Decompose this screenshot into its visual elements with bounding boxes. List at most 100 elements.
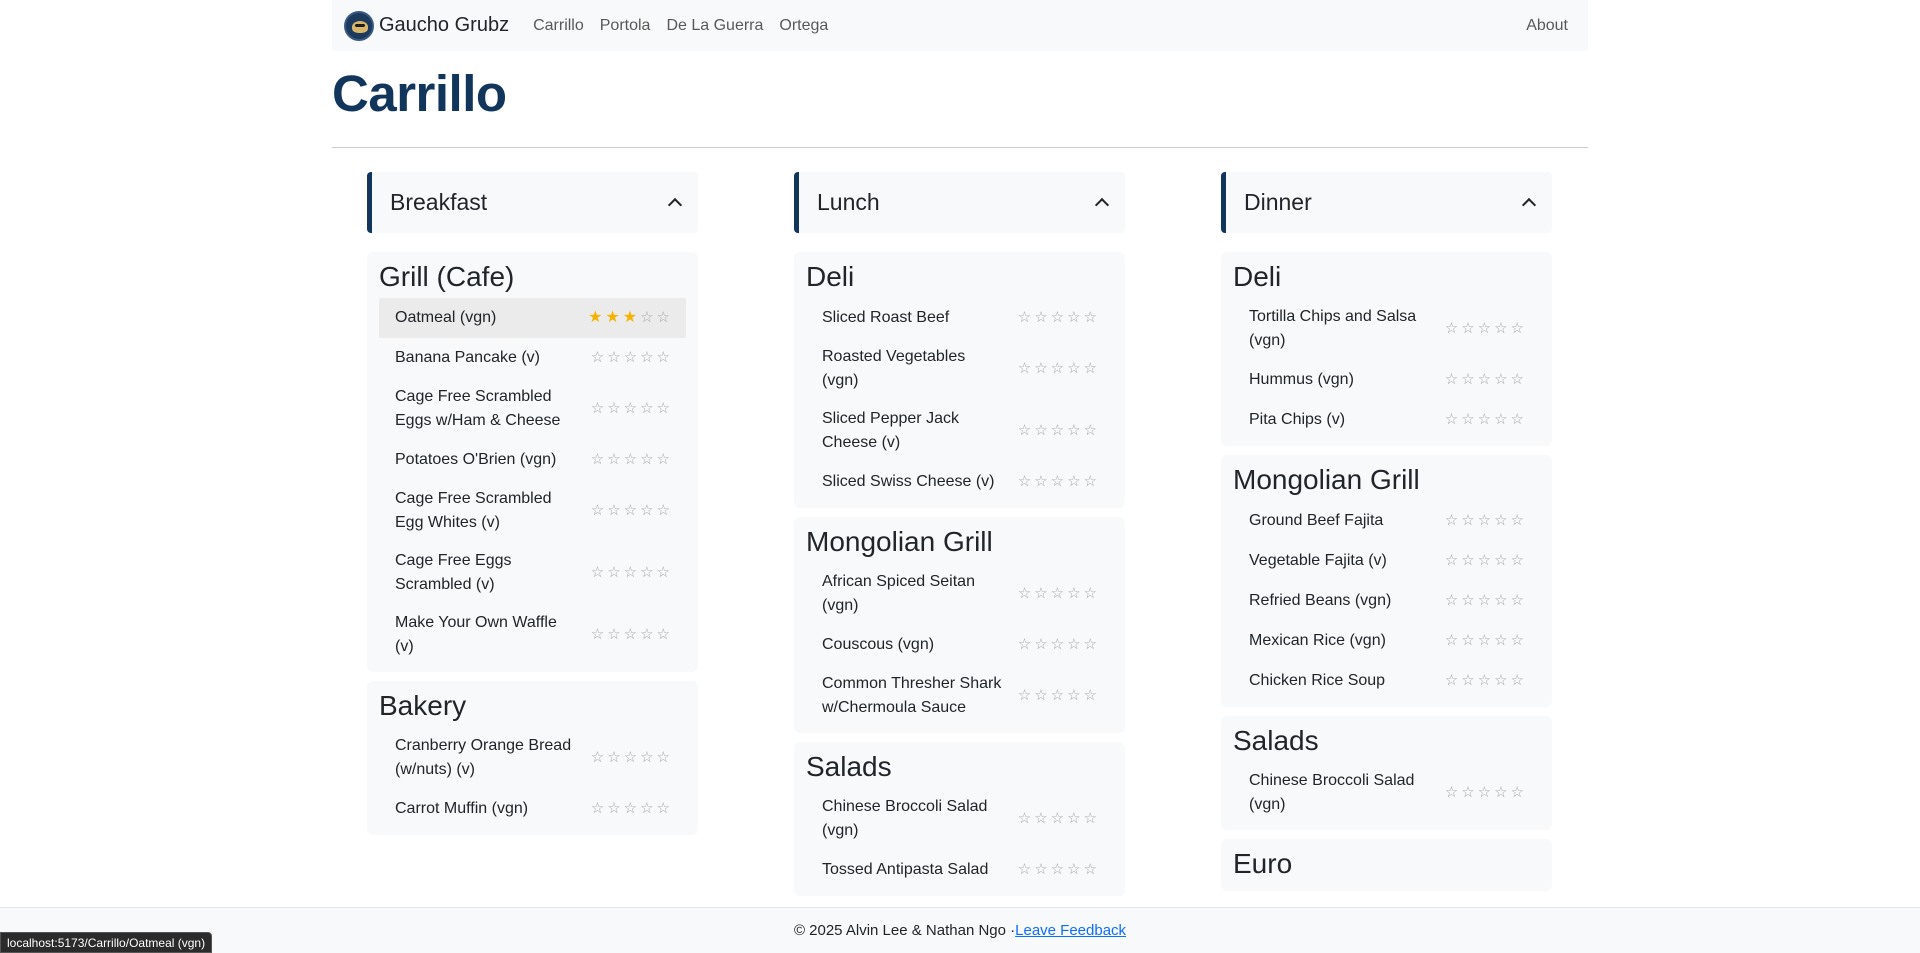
- menu-item[interactable]: Banana Pancake (v) ☆ ☆ ☆ ☆ ☆: [379, 338, 686, 378]
- star-empty-icon[interactable]: ☆: [1067, 585, 1080, 603]
- menu-item[interactable]: Couscous (vgn) ☆ ☆ ☆ ☆ ☆: [806, 625, 1113, 665]
- menu-item[interactable]: African Spiced Seitan (vgn) ☆ ☆ ☆ ☆ ☆: [806, 563, 1113, 625]
- brand-link[interactable]: Gaucho Grubz: [344, 10, 509, 41]
- star-empty-icon[interactable]: ☆: [1478, 371, 1491, 389]
- star-empty-icon[interactable]: ☆: [591, 749, 604, 767]
- star-empty-icon[interactable]: ☆: [1084, 309, 1097, 327]
- star-empty-icon[interactable]: ☆: [1494, 672, 1507, 690]
- leave-feedback-link[interactable]: Leave Feedback: [1015, 922, 1126, 939]
- star-empty-icon[interactable]: ☆: [1461, 672, 1474, 690]
- star-empty-icon[interactable]: ☆: [1445, 320, 1458, 338]
- star-empty-icon[interactable]: ☆: [1511, 552, 1524, 570]
- star-empty-icon[interactable]: ☆: [591, 451, 604, 469]
- star-empty-icon[interactable]: ☆: [1494, 784, 1507, 802]
- star-empty-icon[interactable]: ☆: [607, 564, 620, 582]
- meal-header-breakfast[interactable]: Breakfast: [367, 172, 698, 233]
- menu-item[interactable]: Cage Free Eggs Scrambled (v) ☆ ☆ ☆ ☆ ☆: [379, 542, 686, 604]
- star-empty-icon[interactable]: ☆: [607, 800, 620, 818]
- star-empty-icon[interactable]: ☆: [607, 749, 620, 767]
- star-empty-icon[interactable]: ☆: [640, 800, 653, 818]
- star-empty-icon[interactable]: ☆: [1478, 320, 1491, 338]
- menu-item[interactable]: Sliced Pepper Jack Cheese (v) ☆ ☆ ☆ ☆ ☆: [806, 400, 1113, 462]
- star-empty-icon[interactable]: ☆: [624, 349, 637, 367]
- star-empty-icon[interactable]: ☆: [1461, 784, 1474, 802]
- menu-item[interactable]: Chinese Broccoli Salad (vgn) ☆ ☆ ☆ ☆ ☆: [806, 788, 1113, 850]
- star-empty-icon[interactable]: ☆: [1051, 636, 1064, 654]
- star-empty-icon[interactable]: ☆: [1018, 309, 1031, 327]
- star-empty-icon[interactable]: ☆: [1051, 360, 1064, 378]
- star-empty-icon[interactable]: ☆: [657, 564, 670, 582]
- star-empty-icon[interactable]: ☆: [1084, 473, 1097, 491]
- star-empty-icon[interactable]: ☆: [1018, 585, 1031, 603]
- menu-item[interactable]: Cage Free Scrambled Eggs w/Ham & Cheese ☆…: [379, 378, 686, 440]
- star-empty-icon[interactable]: ☆: [1067, 309, 1080, 327]
- star-empty-icon[interactable]: ☆: [1034, 585, 1047, 603]
- star-empty-icon[interactable]: ☆: [1494, 320, 1507, 338]
- menu-item[interactable]: Tossed Antipasta Salad ☆ ☆ ☆ ☆ ☆: [806, 850, 1113, 890]
- star-empty-icon[interactable]: ☆: [624, 502, 637, 520]
- star-empty-icon[interactable]: ☆: [624, 564, 637, 582]
- chevron-up-icon[interactable]: [1094, 197, 1110, 213]
- star-empty-icon[interactable]: ☆: [1051, 810, 1064, 828]
- star-empty-icon[interactable]: ☆: [1051, 309, 1064, 327]
- star-empty-icon[interactable]: ☆: [1018, 422, 1031, 440]
- star-empty-icon[interactable]: ☆: [657, 626, 670, 644]
- star-empty-icon[interactable]: ☆: [1461, 320, 1474, 338]
- star-empty-icon[interactable]: ☆: [1445, 411, 1458, 429]
- star-empty-icon[interactable]: ☆: [657, 309, 670, 327]
- star-empty-icon[interactable]: ☆: [1494, 411, 1507, 429]
- star-empty-icon[interactable]: ☆: [1511, 320, 1524, 338]
- star-empty-icon[interactable]: ☆: [607, 502, 620, 520]
- star-empty-icon[interactable]: ☆: [1034, 687, 1047, 705]
- star-empty-icon[interactable]: ☆: [607, 349, 620, 367]
- star-empty-icon[interactable]: ☆: [1018, 360, 1031, 378]
- star-empty-icon[interactable]: ☆: [640, 400, 653, 418]
- star-empty-icon[interactable]: ☆: [1018, 810, 1031, 828]
- menu-item[interactable]: Vegetable Fajita (v) ☆ ☆ ☆ ☆ ☆: [1233, 541, 1540, 581]
- star-empty-icon[interactable]: ☆: [1445, 592, 1458, 610]
- star-empty-icon[interactable]: ☆: [1511, 371, 1524, 389]
- menu-item[interactable]: Ground Beef Fajita ☆ ☆ ☆ ☆ ☆: [1233, 501, 1540, 541]
- star-empty-icon[interactable]: ☆: [1511, 672, 1524, 690]
- star-empty-icon[interactable]: ☆: [1067, 422, 1080, 440]
- star-empty-icon[interactable]: ☆: [1067, 861, 1080, 879]
- star-empty-icon[interactable]: ☆: [1445, 632, 1458, 650]
- star-empty-icon[interactable]: ☆: [1051, 422, 1064, 440]
- star-empty-icon[interactable]: ☆: [657, 400, 670, 418]
- star-empty-icon[interactable]: ☆: [1511, 784, 1524, 802]
- star-empty-icon[interactable]: ☆: [1478, 552, 1491, 570]
- star-filled-icon[interactable]: ★: [605, 309, 619, 327]
- star-empty-icon[interactable]: ☆: [1034, 360, 1047, 378]
- nav-link-carrillo[interactable]: Carrillo: [533, 17, 584, 35]
- star-empty-icon[interactable]: ☆: [1445, 784, 1458, 802]
- menu-item[interactable]: Cranberry Orange Bread (w/nuts) (v) ☆ ☆ ☆ ☆ ☆: [379, 727, 686, 789]
- star-empty-icon[interactable]: ☆: [1067, 636, 1080, 654]
- star-empty-icon[interactable]: ☆: [607, 626, 620, 644]
- star-empty-icon[interactable]: ☆: [640, 749, 653, 767]
- star-filled-icon[interactable]: ★: [623, 309, 637, 327]
- star-empty-icon[interactable]: ☆: [1018, 636, 1031, 654]
- star-empty-icon[interactable]: ☆: [607, 451, 620, 469]
- star-empty-icon[interactable]: ☆: [1461, 592, 1474, 610]
- menu-item[interactable]: Chicken Rice Soup ☆ ☆ ☆ ☆ ☆: [1233, 661, 1540, 701]
- star-empty-icon[interactable]: ☆: [591, 502, 604, 520]
- star-empty-icon[interactable]: ☆: [1445, 672, 1458, 690]
- star-empty-icon[interactable]: ☆: [1051, 687, 1064, 705]
- menu-item[interactable]: Tortilla Chips and Salsa (vgn) ☆ ☆ ☆ ☆ ☆: [1233, 298, 1540, 360]
- star-empty-icon[interactable]: ☆: [1084, 810, 1097, 828]
- star-empty-icon[interactable]: ☆: [1511, 411, 1524, 429]
- star-empty-icon[interactable]: ☆: [591, 349, 604, 367]
- menu-item[interactable]: Refried Beans (vgn) ☆ ☆ ☆ ☆ ☆: [1233, 581, 1540, 621]
- nav-link-about[interactable]: About: [1526, 17, 1568, 35]
- menu-item[interactable]: Potatoes O'Brien (vgn) ☆ ☆ ☆ ☆ ☆: [379, 440, 686, 480]
- star-empty-icon[interactable]: ☆: [1478, 592, 1491, 610]
- star-empty-icon[interactable]: ☆: [1067, 687, 1080, 705]
- star-empty-icon[interactable]: ☆: [657, 749, 670, 767]
- star-empty-icon[interactable]: ☆: [591, 564, 604, 582]
- star-empty-icon[interactable]: ☆: [591, 400, 604, 418]
- star-empty-icon[interactable]: ☆: [1067, 473, 1080, 491]
- star-empty-icon[interactable]: ☆: [1478, 672, 1491, 690]
- star-empty-icon[interactable]: ☆: [1461, 632, 1474, 650]
- star-empty-icon[interactable]: ☆: [1051, 473, 1064, 491]
- star-empty-icon[interactable]: ☆: [1461, 552, 1474, 570]
